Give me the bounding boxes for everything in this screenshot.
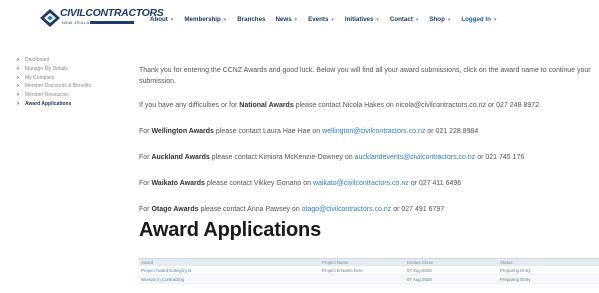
nav-branches[interactable]: Branches: [237, 16, 265, 23]
main-nav: About ▼ Membership ▼ Branches News ▼ Events…: [150, 13, 507, 25]
nav-shop-label: Shop: [429, 15, 445, 23]
sidebar-item-label: Manage My Details: [25, 65, 68, 72]
chevron-right-icon: ›: [17, 100, 19, 107]
otago-awards-label: Otago Awards: [151, 206, 199, 213]
otago-email-link[interactable]: otago@civilcontractors.co.nz: [302, 206, 392, 213]
sidebar-item-dashboard[interactable]: › Dashboard: [17, 56, 127, 64]
chevron-right-icon: ›: [17, 65, 19, 72]
otago-post: or 027 491 6797: [391, 206, 445, 213]
sidebar-item-award-applications[interactable]: › Award Applications: [17, 100, 127, 108]
sidebar-item-label: Member Resources: [25, 92, 69, 99]
site-header: CIVILCONTRACTORS NEW ZEALAND About ▼ Memb…: [0, 0, 599, 38]
logo-text: CIVILCONTRACTORS: [60, 7, 164, 19]
nav-logged-in[interactable]: Logged In ▼: [461, 16, 497, 23]
waikato-email-link[interactable]: waikato@civilcontractors.co.nz: [313, 180, 409, 187]
wellington-email-link[interactable]: wellington@civilcontractors.co.nz: [322, 128, 425, 135]
otago-mid: please contact Anna Pawsey on: [198, 206, 302, 213]
site-logo[interactable]: CIVILCONTRACTORS NEW ZEALAND: [38, 6, 164, 30]
sidebar-item-member-resources[interactable]: › Member Resources: [17, 91, 127, 99]
national-pre: If you have any difficulties or for: [139, 102, 240, 109]
status-cell: Preparing Entry: [500, 267, 531, 273]
waikato-awards-label: Waikato Awards: [151, 180, 205, 187]
nav-contact[interactable]: Contact ▼: [390, 16, 420, 23]
sidebar-item-label: Dashboard: [25, 57, 50, 63]
sidebar-item-my-company[interactable]: › My Company: [17, 74, 127, 82]
auckland-awards-contact: For Auckland Awards please contact Kimio…: [139, 153, 524, 164]
entries-close-cell: 07 Aug 2020: [407, 276, 432, 282]
wellington-awards-label: Wellington Awards: [151, 128, 214, 135]
chevron-down-icon: ▼: [169, 16, 175, 22]
national-awards-label: National Awards: [239, 102, 294, 109]
nav-events-label: Events: [308, 15, 329, 23]
chevron-right-icon: ›: [17, 92, 19, 99]
chevron-down-icon: ▼: [492, 16, 498, 22]
waikato-awards-contact: For Waikato Awards please contact Vikkey…: [139, 179, 461, 190]
status-cell: Preparing Entry: [500, 276, 531, 282]
national-awards-contact: If you have any difficulties or for Nati…: [139, 101, 541, 112]
national-post: please contact Nicola Hakes on nicola@ci…: [293, 102, 541, 109]
nav-initiatives[interactable]: Initiatives ▼: [345, 16, 380, 23]
chevron-right-icon: ›: [17, 83, 19, 90]
auckland-awards-label: Auckland Awards: [151, 154, 210, 161]
sidebar-item-manage-details[interactable]: › Manage My Details: [17, 65, 127, 73]
award-name-link[interactable]: Project Award Category B: [139, 268, 322, 273]
nav-membership-label: Membership: [184, 15, 221, 23]
award-applications-table: Award Project Name Entries Close Status …: [139, 258, 599, 284]
sidebar-item-member-discounts[interactable]: › Member Discounts & Benefits: [17, 82, 127, 90]
project-name-cell: Project B Name here: [322, 267, 363, 273]
nav-branches-label: Branches: [237, 15, 266, 23]
nav-membership[interactable]: Membership ▼: [184, 16, 227, 23]
page-title: Award Applications: [139, 219, 321, 241]
column-header-award: Award: [141, 260, 154, 265]
logo-badge-icon: [40, 9, 60, 27]
wellington-awards-contact: For Wellington Awards please contact Lau…: [139, 127, 478, 138]
table-header: Award Project Name Entries Close Status: [139, 258, 599, 266]
chevron-down-icon: ▼: [375, 16, 380, 22]
nav-logged-in-label: Logged In: [461, 15, 491, 23]
logo-bar: [90, 21, 134, 24]
nav-shop[interactable]: Shop ▼: [429, 16, 451, 23]
nav-contact-label: Contact: [389, 15, 413, 23]
wellington-post: or 021 228 8984: [425, 128, 479, 135]
waikato-pre: For: [139, 180, 152, 187]
column-header-status: Status: [500, 260, 513, 265]
chevron-down-icon: ▼: [293, 16, 299, 22]
nav-news[interactable]: News ▼: [275, 16, 298, 23]
otago-awards-contact: For Otago Awards please contact Anna Paw…: [139, 205, 444, 216]
table-row[interactable]: Woman in Contracting 07 Aug 2020 Prepari…: [139, 275, 599, 284]
waikato-post: or 027 411 6496: [408, 180, 462, 187]
wellington-pre: For: [139, 128, 152, 135]
award-name-link[interactable]: Woman in Contracting: [139, 277, 322, 282]
column-header-entries-close: Entries Close: [407, 260, 434, 265]
account-sidebar: › Dashboard › Manage My Details › My Compan…: [17, 56, 127, 109]
auckland-pre: For: [139, 154, 152, 161]
wellington-mid: please contact Laura Hae Hae on: [213, 128, 323, 135]
table-row[interactable]: Project Award Category B Project B Name …: [139, 266, 599, 275]
chevron-down-icon: ▼: [446, 16, 452, 22]
nav-initiatives-label: Initiatives: [344, 15, 374, 23]
auckland-mid: please contact Kimiora McKenzie-Downey o…: [209, 154, 355, 161]
otago-pre: For: [139, 206, 152, 213]
nav-news-label: News: [275, 15, 292, 23]
chevron-down-icon: ▼: [414, 16, 420, 22]
chevron-down-icon: ▼: [330, 16, 335, 22]
intro-text: Thank you for entering the CCNZ Awards a…: [139, 67, 591, 85]
chevron-right-icon: ›: [17, 57, 19, 63]
column-header-project-name: Project Name: [322, 260, 349, 265]
nav-about[interactable]: About ▼: [150, 16, 174, 23]
entries-close-cell: 07 Aug 2020: [407, 267, 432, 273]
sidebar-item-label: Award Applications: [25, 100, 72, 107]
auckland-post: or 021 745 176: [475, 154, 525, 161]
nav-about-label: About: [150, 15, 168, 23]
waikato-mid: please contact Vikkey Gonano on: [204, 180, 313, 187]
sidebar-item-label: Member Discounts & Benefits: [25, 83, 91, 90]
chevron-right-icon: ›: [17, 74, 19, 81]
nav-events[interactable]: Events ▼: [308, 16, 335, 23]
sidebar-item-label: My Company: [25, 74, 55, 81]
auckland-email-link[interactable]: aucklandevents@civilcontractors.co.nz: [355, 154, 476, 161]
chevron-down-icon: ▼: [222, 16, 228, 22]
